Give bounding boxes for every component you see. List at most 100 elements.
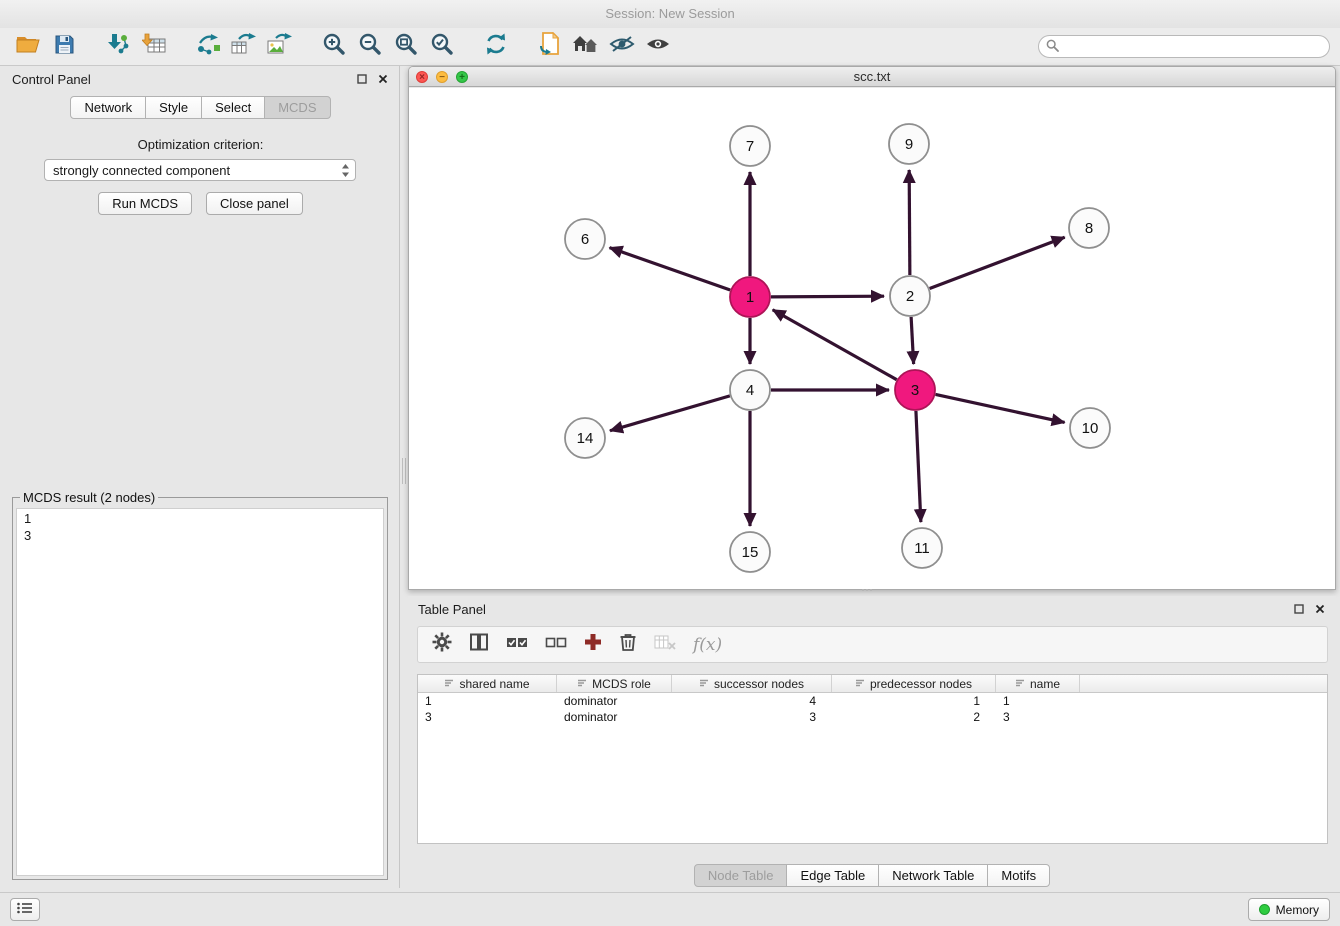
optimization-criterion-select[interactable]: strongly connected component	[44, 159, 356, 181]
memory-button[interactable]: Memory	[1248, 898, 1330, 921]
graph-node-11[interactable]: 11	[902, 528, 942, 568]
table-cell[interactable]: 1	[832, 693, 996, 709]
task-history-button[interactable]	[10, 898, 40, 921]
graph-node-14[interactable]: 14	[565, 418, 605, 458]
graph-node-8[interactable]: 8	[1069, 208, 1109, 248]
graph-edge-3-11[interactable]	[916, 411, 921, 522]
graph-node-4[interactable]: 4	[730, 370, 770, 410]
table-cell[interactable]: 3	[672, 709, 832, 725]
mcds-result-list[interactable]: 1 3	[16, 508, 384, 876]
column-header-MCDS-role[interactable]: MCDS role	[557, 675, 672, 692]
graph-edge-2-9[interactable]	[909, 170, 910, 275]
clone-network-button[interactable]	[532, 32, 568, 62]
select-all-button[interactable]	[506, 634, 528, 655]
import-table-button[interactable]	[136, 32, 172, 62]
open-session-button[interactable]	[10, 32, 46, 62]
export-image-button[interactable]	[262, 32, 298, 62]
graph-edge-4-14[interactable]	[610, 396, 730, 431]
graph-node-7[interactable]: 7	[730, 126, 770, 166]
node-table[interactable]: shared nameMCDS rolesuccessor nodesprede…	[417, 674, 1328, 844]
table-tab-edge-table[interactable]: Edge Table	[786, 864, 879, 887]
column-header-successor-nodes[interactable]: successor nodes	[672, 675, 832, 692]
toolbar-separator	[298, 32, 316, 62]
zoom-out-button[interactable]	[352, 32, 388, 62]
table-settings-button[interactable]	[432, 632, 452, 657]
table-row[interactable]: 1dominator411	[418, 693, 1327, 709]
graph-node-1[interactable]: 1	[730, 277, 770, 317]
save-session-button[interactable]	[46, 32, 82, 62]
export-table-button[interactable]	[226, 32, 262, 62]
window-minimize-icon[interactable]: −	[436, 71, 448, 83]
float-panel-icon[interactable]	[1293, 603, 1305, 615]
toggle-graphics-details-button[interactable]	[604, 32, 640, 62]
column-header-predecessor-nodes[interactable]: predecessor nodes	[832, 675, 996, 692]
tab-select[interactable]: Select	[201, 96, 265, 119]
vertical-splitter[interactable]	[401, 66, 407, 888]
table-cell[interactable]: 1	[996, 693, 1080, 709]
tab-style[interactable]: Style	[145, 96, 202, 119]
table-cell[interactable]: dominator	[557, 693, 672, 709]
graph-node-10[interactable]: 10	[1070, 408, 1110, 448]
horizontal-splitter[interactable]	[862, 589, 872, 594]
graph-edge-3-1[interactable]	[773, 310, 897, 380]
table-cell[interactable]: dominator	[557, 709, 672, 725]
graph-edge-2-3[interactable]	[911, 317, 914, 364]
toolbar-separator	[514, 32, 532, 62]
clear-selection-button[interactable]	[545, 634, 567, 655]
zoom-in-button[interactable]	[316, 32, 352, 62]
graph-edge-1-6[interactable]	[610, 248, 731, 290]
network-graph[interactable]: 7 9 6 8 1 2 4 3 14 10 15 11	[409, 88, 1335, 589]
zoom-selected-button[interactable]	[424, 32, 460, 62]
graph-node-15[interactable]: 15	[730, 532, 770, 572]
table-tab-node-table[interactable]: Node Table	[694, 864, 788, 887]
table-row[interactable]: 3dominator323	[418, 709, 1327, 725]
graph-node-2[interactable]: 2	[890, 276, 930, 316]
close-panel-button[interactable]: Close panel	[206, 192, 303, 215]
delete-column-button[interactable]	[619, 632, 637, 657]
table-tab-motifs[interactable]: Motifs	[987, 864, 1050, 887]
table-cell[interactable]: 1	[418, 693, 557, 709]
network-window-titlebar[interactable]: × − + scc.txt	[409, 67, 1335, 87]
run-mcds-button[interactable]: Run MCDS	[98, 192, 192, 215]
table-cell[interactable]: 2	[832, 709, 996, 725]
show-columns-button[interactable]	[469, 633, 489, 656]
graph-node-6[interactable]: 6	[565, 219, 605, 259]
graph-edge-3-10[interactable]	[936, 394, 1065, 422]
export-image-icon	[267, 33, 293, 60]
zoom-fit-button[interactable]	[388, 32, 424, 62]
function-builder-button[interactable]: f(x)	[693, 635, 722, 655]
create-column-button[interactable]	[584, 633, 602, 656]
table-tab-network-table[interactable]: Network Table	[878, 864, 988, 887]
titlebar[interactable]: Session: New Session	[0, 0, 1340, 28]
table-cell[interactable]: 4	[672, 693, 832, 709]
network-canvas[interactable]: 7 9 6 8 1 2 4 3 14 10 15 11	[409, 88, 1335, 589]
tab-mcds[interactable]: MCDS	[264, 96, 330, 119]
graph-edge-2-8[interactable]	[930, 237, 1065, 288]
table-cell[interactable]: 3	[996, 709, 1080, 725]
application-window: Session: New Session	[0, 0, 1340, 926]
search-input[interactable]	[1038, 35, 1330, 58]
window-zoom-icon[interactable]: +	[456, 71, 468, 83]
clone-network-icon	[539, 32, 561, 61]
table-panel-header: Table Panel	[408, 596, 1336, 622]
toolbar-separator	[82, 32, 100, 62]
tab-network[interactable]: Network	[70, 96, 146, 119]
first-neighbors-button[interactable]	[568, 32, 604, 62]
graph-node-9[interactable]: 9	[889, 124, 929, 164]
birdseye-view-button[interactable]	[640, 32, 676, 62]
control-panel-title: Control Panel	[12, 72, 91, 87]
close-panel-icon[interactable]	[377, 73, 389, 85]
float-panel-icon[interactable]	[356, 73, 368, 85]
window-close-icon[interactable]: ×	[416, 71, 428, 83]
graph-edge-1-2[interactable]	[771, 296, 884, 297]
column-sort-icon	[699, 677, 709, 691]
column-header-name[interactable]: name	[996, 675, 1080, 692]
new-network-from-selection-button[interactable]	[190, 32, 226, 62]
import-network-button[interactable]	[100, 32, 136, 62]
close-panel-icon[interactable]	[1314, 603, 1326, 615]
column-header-shared-name[interactable]: shared name	[418, 675, 557, 692]
table-cell[interactable]: 3	[418, 709, 557, 725]
refresh-layout-button[interactable]	[478, 32, 514, 62]
open-session-icon	[16, 34, 40, 59]
graph-node-3[interactable]: 3	[895, 370, 935, 410]
